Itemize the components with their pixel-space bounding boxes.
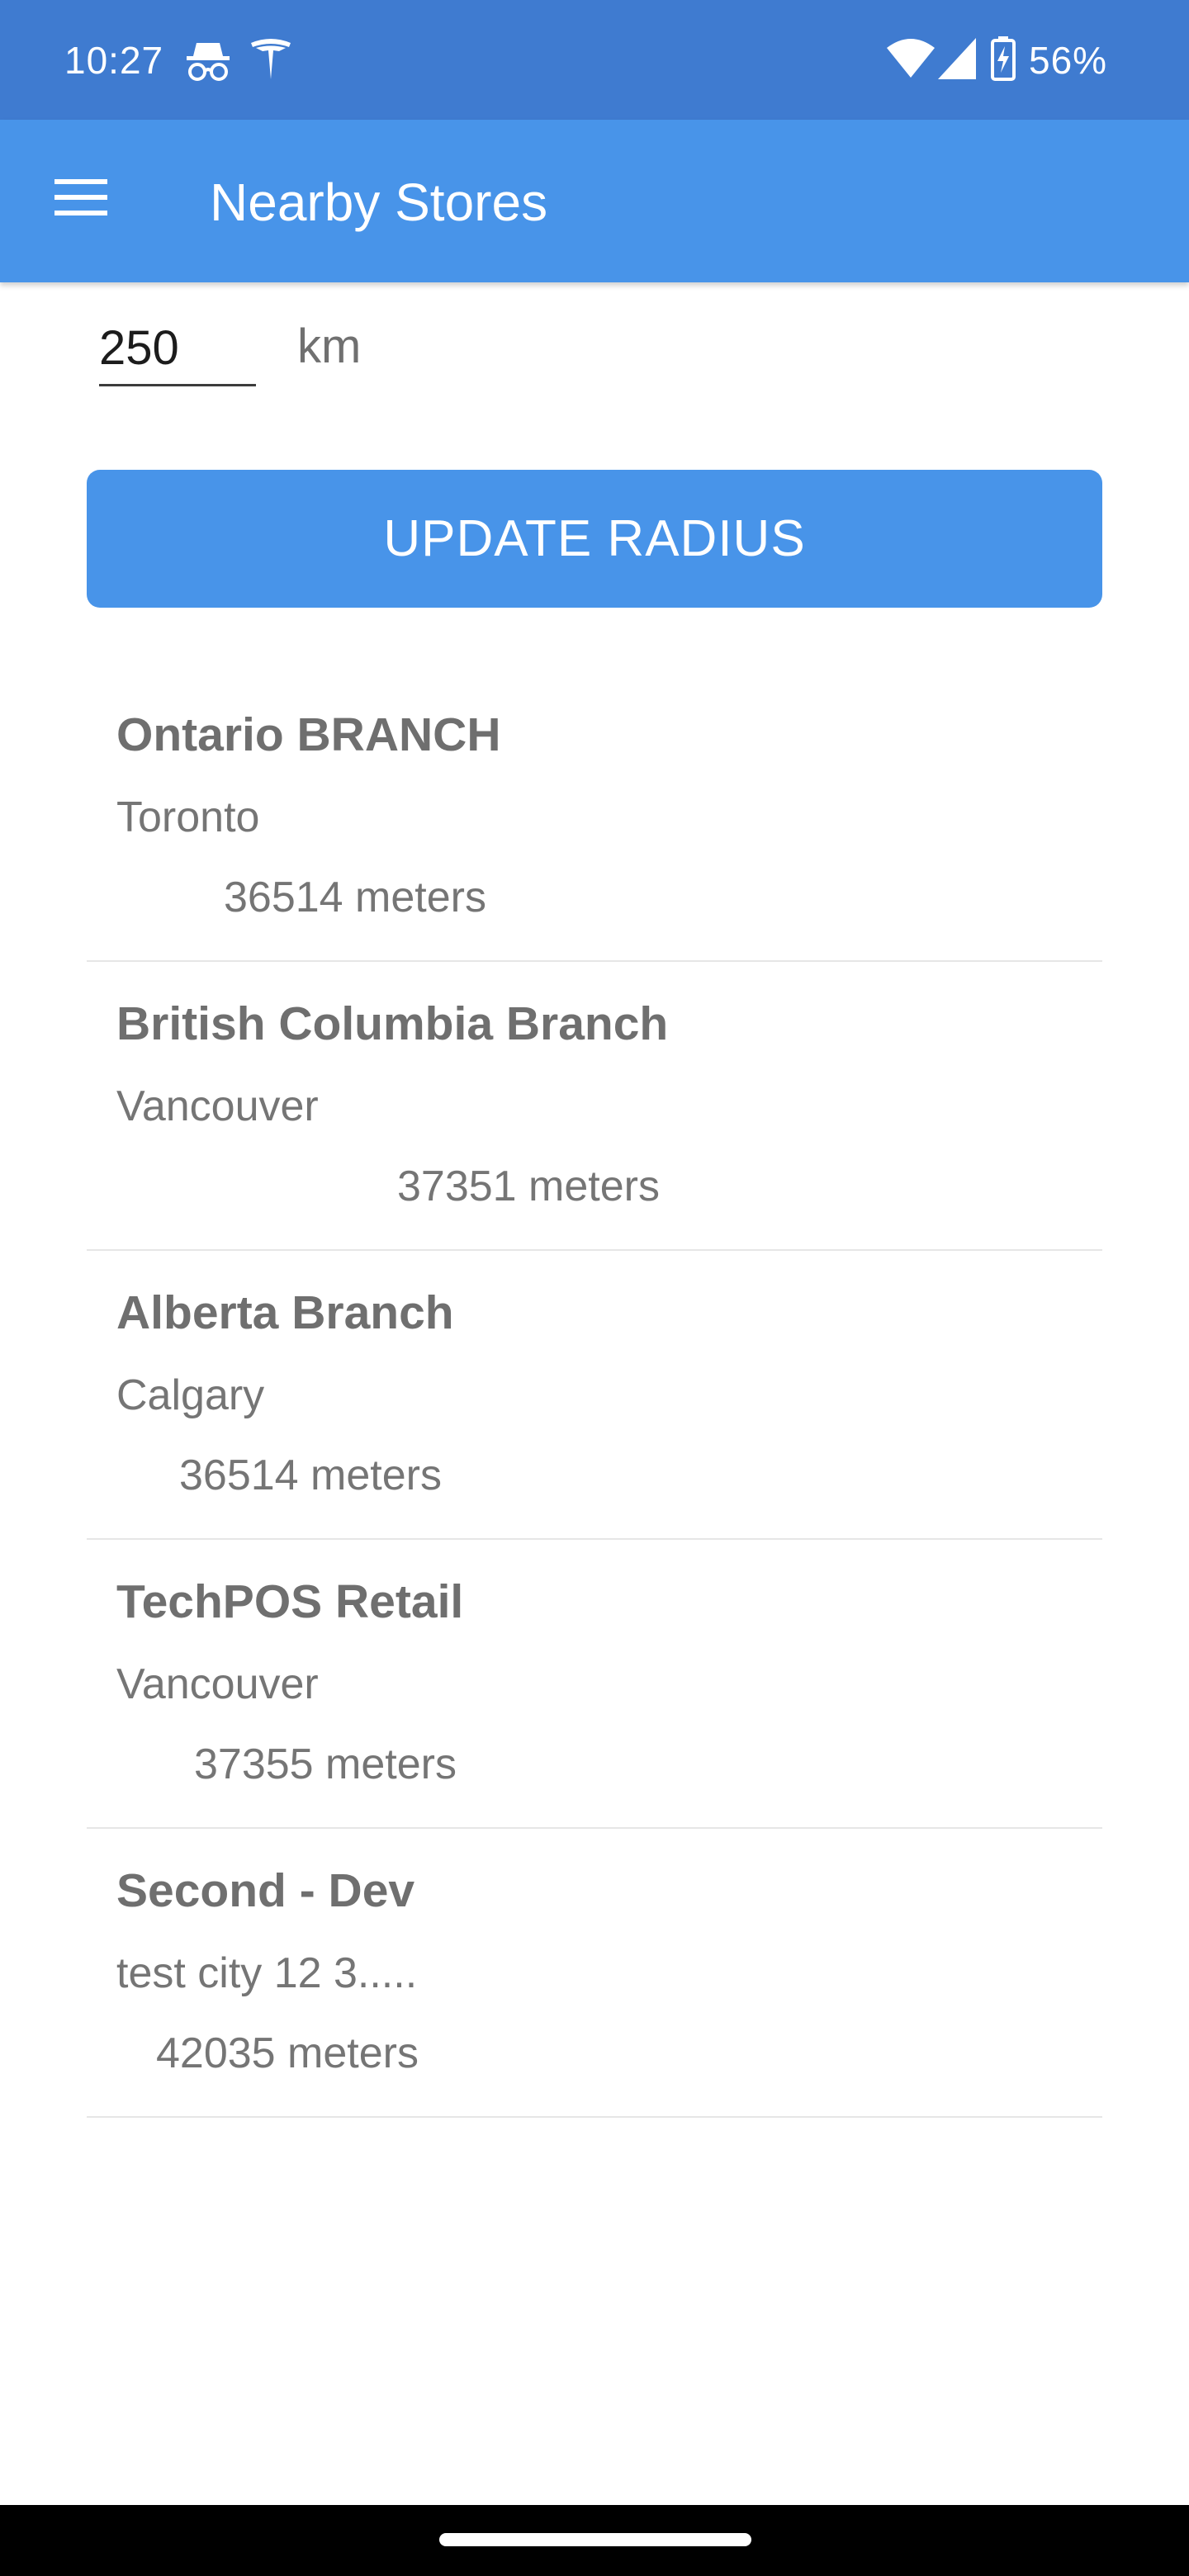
wifi-icon xyxy=(887,39,935,78)
store-city: Calgary xyxy=(116,1371,265,1419)
store-name: British Columbia Branch xyxy=(116,997,669,1050)
page-title: Nearby Stores xyxy=(210,173,548,232)
system-navigation-bar xyxy=(0,2505,1189,2576)
hamburger-menu-icon xyxy=(54,179,107,215)
incognito-icon xyxy=(187,43,230,81)
app-bar: Nearby Stores xyxy=(0,120,1189,282)
store-name: TechPOS Retail xyxy=(116,1575,464,1628)
update-radius-button[interactable]: UPDATE RADIUS xyxy=(87,470,1102,608)
store-name: Alberta Branch xyxy=(116,1286,454,1339)
status-time: 10:27 xyxy=(64,39,164,82)
store-distance: 37351 meters xyxy=(397,1163,660,1210)
battery-charging-icon xyxy=(991,36,1016,81)
menu-button[interactable] xyxy=(38,154,124,240)
battery-percentage: 56% xyxy=(1029,39,1108,82)
store-list-item[interactable]: Second - Dev test city 12 3..... 42035 m… xyxy=(87,1829,1102,2118)
store-city: Toronto xyxy=(116,793,260,841)
radius-unit-label: km xyxy=(297,320,362,373)
store-distance: 42035 meters xyxy=(156,2029,419,2077)
cell-signal-icon xyxy=(938,38,976,79)
store-city: Vancouver xyxy=(116,1082,319,1130)
store-list: Ontario BRANCH Toronto 36514 meters Brit… xyxy=(87,673,1102,2118)
tesla-icon xyxy=(251,39,291,79)
store-list-item[interactable]: TechPOS Retail Vancouver 37355 meters xyxy=(87,1540,1102,1829)
store-distance: 36514 meters xyxy=(179,1451,442,1499)
store-distance: 37355 meters xyxy=(194,1740,457,1788)
radius-input[interactable] xyxy=(99,312,256,386)
store-list-item[interactable]: Alberta Branch Calgary 36514 meters xyxy=(87,1251,1102,1540)
store-name: Second - Dev xyxy=(116,1864,415,1917)
store-name: Ontario BRANCH xyxy=(116,708,501,761)
status-bar: 10:27 56% xyxy=(0,0,1189,120)
store-list-item[interactable]: British Columbia Branch Vancouver 37351 … xyxy=(87,962,1102,1251)
store-distance: 36514 meters xyxy=(224,874,486,921)
store-list-item[interactable]: Ontario BRANCH Toronto 36514 meters xyxy=(87,673,1102,962)
home-gesture-handle[interactable] xyxy=(439,2533,751,2546)
store-city: test city 12 3..... xyxy=(116,1949,418,1997)
store-city: Vancouver xyxy=(116,1660,319,1708)
